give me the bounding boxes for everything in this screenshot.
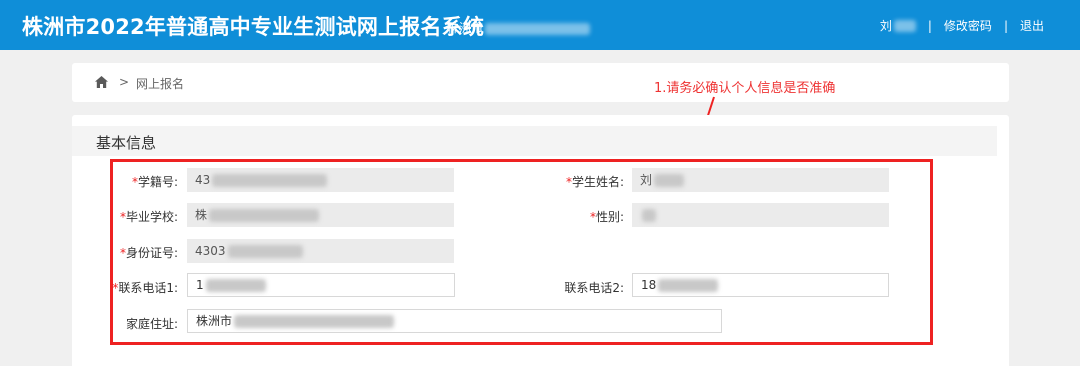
label-text: 联系电话2: <box>564 281 624 295</box>
app-title: 株洲市2022年普通高中专业生测试网上报名系统 <box>22 15 485 39</box>
annotation-text: 1.请务必确认个人信息是否准确 <box>654 81 836 96</box>
student-id-field: 43 <box>187 168 454 192</box>
change-password-link[interactable]: 修改密码 <box>944 17 992 34</box>
field-value: 4303 <box>195 244 226 258</box>
redaction-blur <box>485 22 591 35</box>
student-id-label: *学籍号: <box>112 173 178 190</box>
label-text: 学籍号: <box>137 175 178 189</box>
field-value: 1 <box>196 278 204 292</box>
phone2-label: 联系电话2: <box>540 279 624 296</box>
breadcrumb: > 网上报名 <box>72 63 1009 102</box>
redaction-blur <box>209 209 320 222</box>
id-card-field: 4303 <box>187 239 454 263</box>
user-menu: 刘 | 修改密码 | 退出 <box>880 17 1044 34</box>
label-text: 身份证号: <box>125 246 178 260</box>
breadcrumb-current[interactable]: 网上报名 <box>136 75 184 92</box>
address-label: 家庭住址: <box>112 315 178 332</box>
redaction-blur <box>893 19 916 32</box>
redaction-blur <box>234 315 395 328</box>
phone1-label: *联系电话1: <box>112 279 178 296</box>
student-name-field: 刘 <box>632 168 889 192</box>
field-value: 株洲市 <box>196 314 233 328</box>
username: 刘 <box>879 19 892 33</box>
redaction-blur <box>205 279 266 292</box>
field-value: 18 <box>641 278 657 292</box>
label-text: 性别: <box>595 210 624 224</box>
top-bar: 株洲市2022年普通高中专业生测试网上报名系统 株洲市 刘 | 修改密码 | 退… <box>0 0 1080 50</box>
school-field: 株 <box>187 203 454 227</box>
panel-header <box>72 126 997 156</box>
label-text: 家庭住址: <box>125 317 178 331</box>
redaction-blur <box>658 279 719 292</box>
redaction-blur <box>212 174 328 187</box>
label-text: 学生姓名: <box>571 175 624 189</box>
home-icon[interactable] <box>95 76 108 88</box>
panel-title: 基本信息 <box>96 134 157 152</box>
id-card-label: *身份证号: <box>112 244 178 261</box>
redaction-blur <box>654 174 685 187</box>
address-input[interactable]: 株洲市 <box>187 309 722 333</box>
divider: | <box>1003 18 1008 33</box>
school-label: *毕业学校: <box>112 208 178 225</box>
redaction-blur <box>642 209 656 222</box>
field-value: 43 <box>195 173 211 187</box>
field-value: 株 <box>195 208 208 222</box>
student-name-label: *学生姓名: <box>540 173 624 190</box>
divider: | <box>927 18 932 33</box>
gender-label: *性别: <box>540 208 624 225</box>
redaction-blur <box>227 245 303 258</box>
phone2-input[interactable]: 18 <box>632 273 889 297</box>
region-label: 株洲市 <box>447 19 591 36</box>
breadcrumb-separator: > <box>119 75 130 89</box>
phone1-input[interactable]: 1 <box>187 273 455 297</box>
field-value: 刘 <box>640 173 653 187</box>
label-text: 毕业学校: <box>125 210 178 224</box>
logout-link[interactable]: 退出 <box>1020 17 1044 34</box>
region-text: 株洲市 <box>447 21 484 35</box>
gender-field <box>632 203 889 227</box>
label-text: 联系电话1: <box>118 281 178 295</box>
